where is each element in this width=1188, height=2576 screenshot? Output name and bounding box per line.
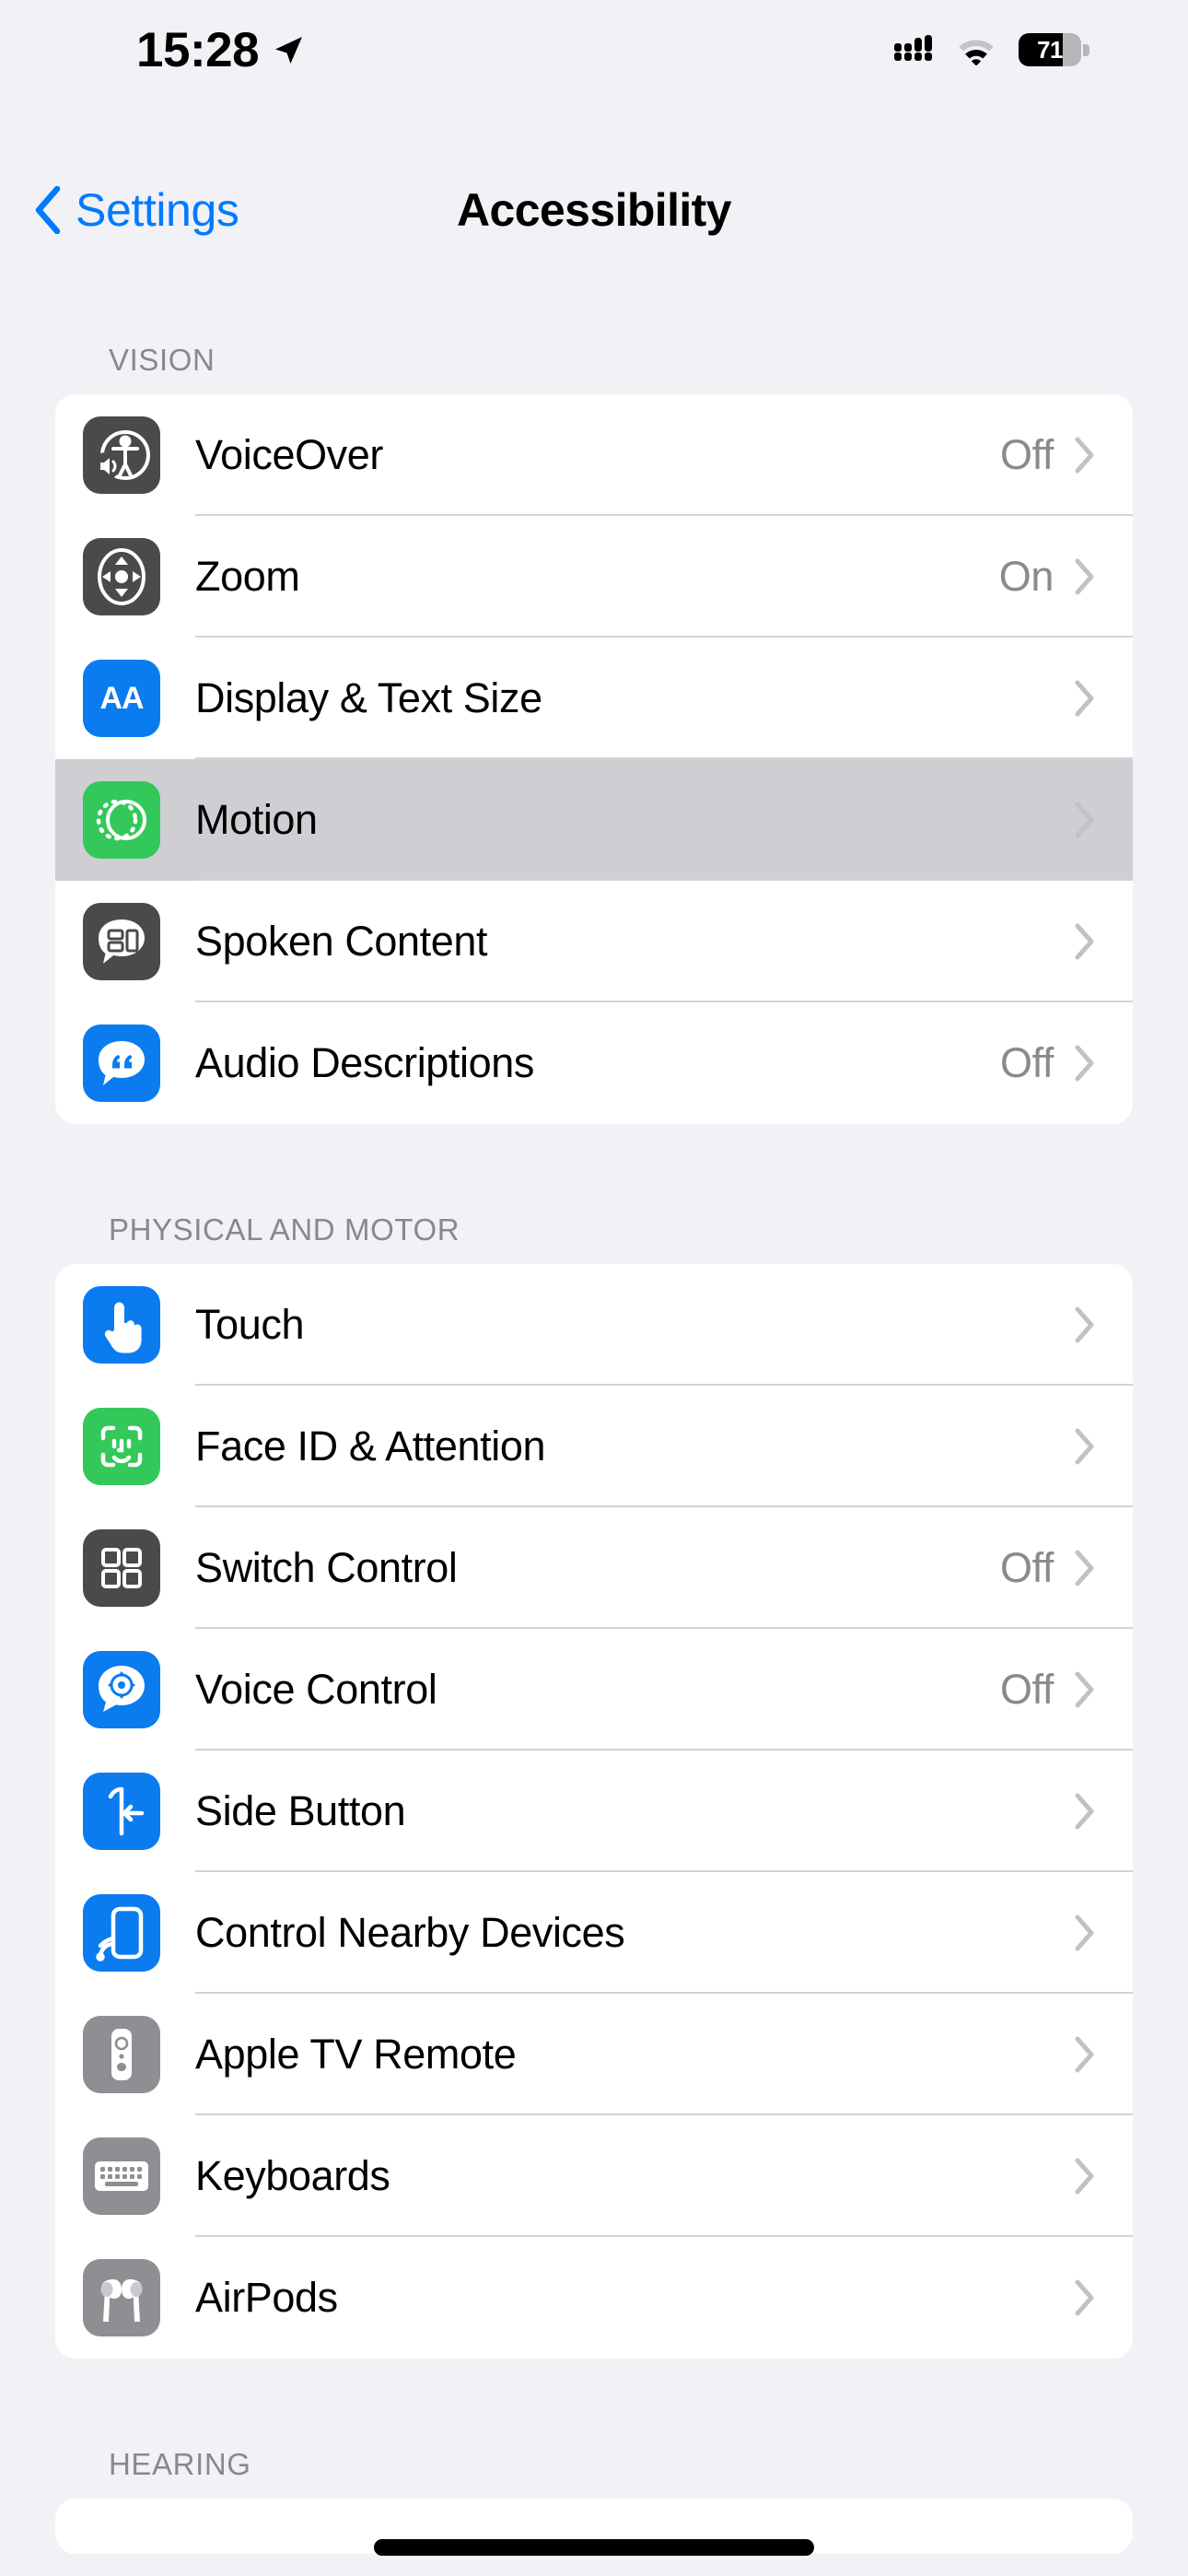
back-button-label: Settings	[76, 184, 239, 236]
control-nearby-devices-icon	[83, 1894, 160, 1972]
keyboards-icon	[83, 2137, 160, 2215]
settings-row-voice-control[interactable]: Voice Control Off	[55, 1629, 1133, 1751]
touch-icon	[83, 1286, 160, 1364]
chevron-right-icon	[1075, 1793, 1094, 1830]
settings-row-label: AirPods	[195, 2274, 338, 2321]
chevron-right-icon	[1075, 802, 1094, 838]
zoom-icon	[83, 538, 160, 615]
status-bar: 15:28 71	[0, 0, 1188, 100]
settings-row-voiceover[interactable]: VoiceOver Off	[55, 394, 1133, 516]
chevron-right-icon	[1075, 1306, 1094, 1343]
status-bar-right: 71	[893, 33, 1089, 66]
section-card-physical-and-motor: Touch Face ID & Attention Switch Control…	[55, 1264, 1133, 2359]
chevron-right-icon	[1075, 2279, 1094, 2316]
chevron-right-icon	[1075, 1550, 1094, 1587]
wifi-icon	[959, 40, 994, 65]
chevron-right-icon	[1075, 2036, 1094, 2073]
settings-row-label: Display & Text Size	[195, 674, 542, 721]
back-button[interactable]: Settings	[33, 155, 239, 265]
settings-row-value: On	[998, 553, 1054, 600]
side-button-icon	[83, 1773, 160, 1850]
section-header-hearing: HEARING	[109, 2447, 251, 2481]
settings-row-touch[interactable]: Touch	[55, 1264, 1133, 1386]
battery-percent-label: 71	[1036, 35, 1064, 64]
audio-descriptions-icon	[83, 1025, 160, 1102]
settings-row-label: Face ID & Attention	[195, 1423, 546, 1469]
chevron-right-icon	[1075, 1671, 1094, 1708]
apple-tv-remote-icon	[83, 2016, 160, 2093]
settings-row-label: VoiceOver	[195, 431, 383, 478]
settings-row-label: Control Nearby Devices	[195, 1909, 625, 1956]
cellular-signal-icon	[893, 33, 934, 66]
voice-control-icon	[83, 1651, 160, 1728]
display-text-size-icon: AA	[83, 660, 160, 737]
settings-row-label: Zoom	[195, 553, 300, 600]
airpods-icon	[83, 2259, 160, 2336]
chevron-right-icon	[1075, 1428, 1094, 1465]
section-header-physical-and-motor: PHYSICAL AND MOTOR	[109, 1212, 460, 1247]
settings-row-label: Spoken Content	[195, 918, 488, 965]
settings-row-label: Apple TV Remote	[195, 2031, 517, 2078]
settings-row-zoom[interactable]: Zoom On	[55, 516, 1133, 638]
chevron-left-icon	[35, 186, 61, 234]
settings-row-label: Keyboards	[195, 2152, 390, 2199]
settings-row-label: Side Button	[195, 1787, 406, 1834]
settings-row-label: Touch	[195, 1301, 305, 1348]
chevron-right-icon	[1075, 558, 1094, 595]
chevron-right-icon	[1075, 1045, 1094, 1082]
settings-row-label: Voice Control	[195, 1666, 437, 1713]
home-indicator[interactable]	[374, 2539, 814, 2556]
section-header-vision: VISION	[109, 343, 215, 377]
settings-row-switch-control[interactable]: Switch Control Off	[55, 1507, 1133, 1629]
location-arrow-icon	[275, 37, 303, 64]
settings-row-airpods[interactable]: AirPods	[55, 2237, 1133, 2359]
display-text-size-glyph: AA	[99, 680, 144, 716]
battery-icon: 71	[1019, 33, 1089, 66]
settings-row-label: Switch Control	[195, 1544, 458, 1591]
voiceover-icon	[83, 416, 160, 494]
settings-row-label: Audio Descriptions	[195, 1039, 534, 1086]
settings-row-spoken-content[interactable]: Spoken Content	[55, 881, 1133, 1002]
status-bar-left: 15:28	[136, 26, 305, 75]
settings-row-label: Motion	[195, 796, 318, 843]
chevron-right-icon	[1075, 437, 1094, 474]
settings-row-value: Off	[1000, 431, 1054, 478]
chevron-right-icon	[1075, 680, 1094, 717]
settings-row-side-button[interactable]: Side Button	[55, 1751, 1133, 1872]
status-bar-clock: 15:28	[136, 22, 260, 77]
chevron-right-icon	[1075, 2158, 1094, 2195]
chevron-right-icon	[1075, 1914, 1094, 1951]
navigation-bar: Settings Accessibility	[0, 155, 1188, 265]
settings-row-value: Off	[1000, 1544, 1054, 1591]
settings-row-value: Off	[1000, 1666, 1054, 1713]
settings-row-face-id-attention[interactable]: Face ID & Attention	[55, 1386, 1133, 1507]
settings-row-control-nearby-devices[interactable]: Control Nearby Devices	[55, 1872, 1133, 1994]
chevron-right-icon	[1075, 923, 1094, 960]
settings-row-display-text-size[interactable]: AA Display & Text Size	[55, 638, 1133, 759]
section-card-vision: VoiceOver Off Zoom On AA Display & Text …	[55, 394, 1133, 1124]
settings-row-value: Off	[1000, 1039, 1054, 1086]
settings-row-apple-tv-remote[interactable]: Apple TV Remote	[55, 1994, 1133, 2115]
settings-row-motion[interactable]: Motion	[55, 759, 1133, 881]
switch-control-icon	[83, 1529, 160, 1607]
settings-list: VISION VoiceOver Off Zoom On AA Display …	[0, 265, 1188, 2554]
spoken-content-icon	[83, 903, 160, 980]
settings-row-keyboards[interactable]: Keyboards	[55, 2115, 1133, 2237]
face-id-icon	[83, 1408, 160, 1485]
settings-row-audio-descriptions[interactable]: Audio Descriptions Off	[55, 1002, 1133, 1124]
motion-icon	[83, 781, 160, 859]
